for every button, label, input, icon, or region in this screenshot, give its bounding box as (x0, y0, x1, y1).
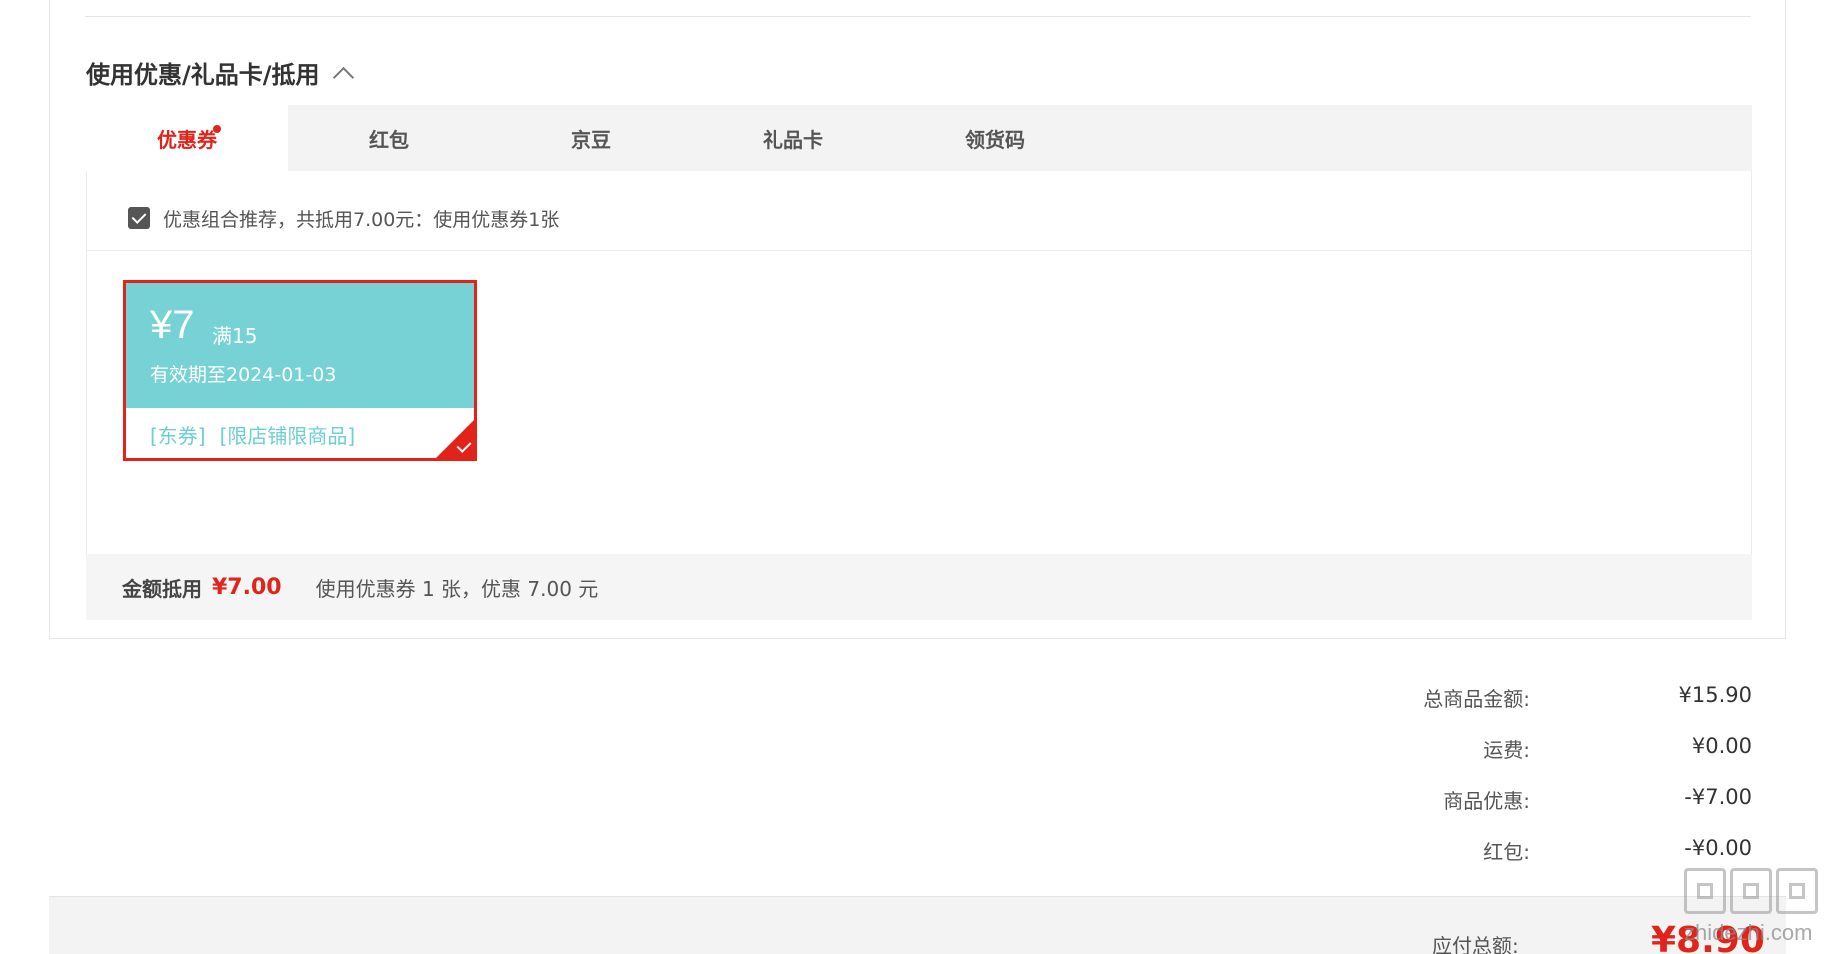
checkmark-icon (131, 209, 147, 224)
summary-amount: ¥7.00 (212, 574, 282, 600)
tab-gift-card[interactable]: 礼品卡 (692, 105, 894, 171)
watermark-glyph (1776, 868, 1818, 914)
total-label: 红包: (1483, 840, 1530, 864)
recommend-checkbox[interactable] (128, 207, 150, 229)
checkout-discount-page: 使用优惠/礼品卡/抵用 优惠券 红包 京豆 礼品卡 领货码 优惠组合推荐，共抵用… (0, 0, 1830, 954)
summary-description: 使用优惠券 1 张，优惠 7.00 元 (315, 576, 599, 601)
content-divider (86, 250, 1752, 251)
tab-label: 红包 (369, 127, 409, 152)
discount-section-header[interactable]: 使用优惠/礼品卡/抵用 (86, 52, 354, 92)
coupon-validity: 有效期至2024-01-03 (150, 364, 337, 386)
selected-corner-badge (436, 420, 474, 458)
coupon-tag: [东券] (150, 424, 206, 448)
total-row: 运费: ¥0.00 (1300, 726, 1752, 777)
coupon-amount: ¥7 (150, 303, 195, 347)
summary-label: 金额抵用 (122, 576, 202, 601)
discount-summary-bar: 金额抵用 ¥7.00 使用优惠券 1 张，优惠 7.00 元 (86, 554, 1752, 620)
chevron-up-icon[interactable] (332, 66, 354, 88)
coupon-header: ¥7 满15 有效期至2024-01-03 (126, 283, 474, 408)
coupon-tag: [限店铺限商品] (219, 424, 356, 448)
payable-label: 应付总额: (1432, 934, 1519, 954)
total-row: 商品优惠: -¥7.00 (1300, 777, 1752, 828)
payable-bar (49, 896, 1786, 954)
tab-label: 礼品卡 (763, 127, 823, 152)
watermark-text: zhidezhi.com (1684, 920, 1813, 945)
section-title: 使用优惠/礼品卡/抵用 (86, 60, 320, 89)
total-row: 总商品金额: ¥15.90 (1300, 675, 1752, 726)
watermark-glyph (1730, 868, 1772, 914)
tab-label: 领货码 (965, 127, 1025, 152)
recommend-text: 优惠组合推荐，共抵用7.00元：使用优惠券1张 (163, 208, 560, 231)
watermark-glyph (1684, 868, 1726, 914)
coupon-threshold: 满15 (212, 324, 258, 348)
coupon-tags: [东券] [限店铺限商品] (150, 420, 355, 449)
total-label: 总商品金额: (1423, 687, 1530, 711)
tab-pickup-code[interactable]: 领货码 (894, 105, 1096, 171)
coupon-card[interactable]: ¥7 满15 有效期至2024-01-03 [东券] [限店铺限商品] (123, 280, 477, 461)
total-label: 运费: (1483, 738, 1530, 762)
total-value: ¥0.00 (1691, 734, 1752, 758)
tab-coupon[interactable]: 优惠券 (86, 105, 288, 171)
discount-tabs: 优惠券 红包 京豆 礼品卡 领货码 (86, 105, 1752, 171)
notification-dot-icon (213, 125, 221, 133)
total-label: 商品优惠: (1443, 789, 1530, 813)
watermark-logo-icon (1684, 868, 1818, 914)
recommend-combo-row: 优惠组合推荐，共抵用7.00元：使用优惠券1张 (128, 200, 559, 236)
tab-label: 优惠券 (157, 127, 217, 152)
total-value: ¥15.90 (1678, 683, 1752, 707)
total-value: -¥0.00 (1684, 836, 1752, 860)
order-totals: 总商品金额: ¥15.90 运费: ¥0.00 商品优惠: -¥7.00 红包:… (1300, 675, 1752, 879)
tab-label: 京豆 (571, 127, 611, 152)
tab-jingdou[interactable]: 京豆 (490, 105, 692, 171)
total-value: -¥7.00 (1684, 785, 1752, 809)
tab-red-packet[interactable]: 红包 (288, 105, 490, 171)
site-watermark: zhidezhi.com (1684, 868, 1830, 954)
